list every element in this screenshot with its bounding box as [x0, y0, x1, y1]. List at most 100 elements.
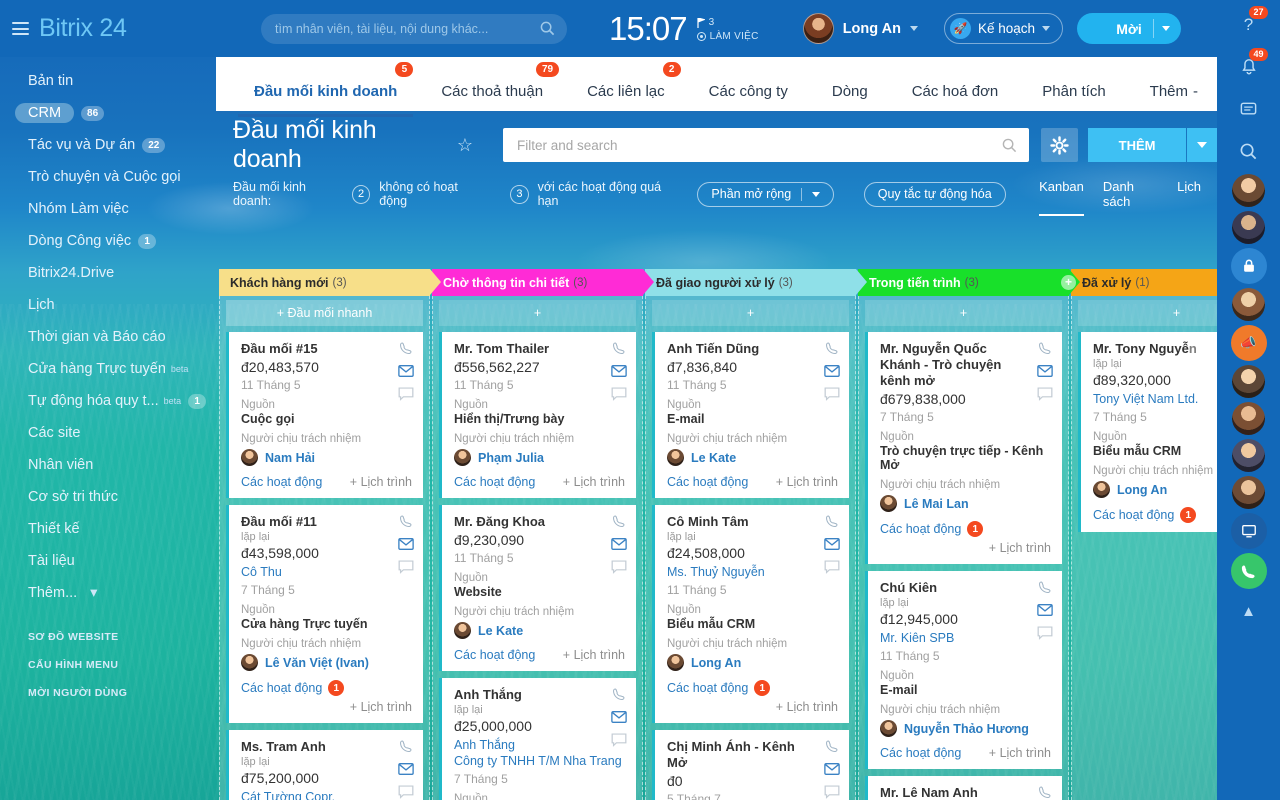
card-owner[interactable]: Nguyễn Thảo Hương	[880, 720, 1051, 737]
email-icon[interactable]	[611, 710, 627, 724]
chevron-down-icon[interactable]	[1161, 26, 1170, 31]
phone-icon[interactable]	[824, 341, 840, 355]
tab-4[interactable]: Dòng	[810, 83, 890, 114]
kanban-card[interactable]: Mr. Nguyễn Quốc Khánh - Trò chuyện kênh …	[865, 332, 1062, 564]
sidebar-item-16[interactable]: Thêm... ▾	[0, 577, 216, 609]
sidebar-item-4[interactable]: Nhóm Làm việc	[0, 193, 216, 225]
count-no-activity[interactable]: 2	[351, 184, 371, 204]
card-activities-link[interactable]: Các hoạt động 1	[241, 680, 412, 696]
logo-area[interactable]: Bitrix 24	[0, 14, 216, 43]
settings-gear-button[interactable]	[1041, 128, 1078, 162]
chevron-down-icon[interactable]	[909, 26, 918, 31]
sidebar-item-15[interactable]: Tài liệu	[0, 545, 216, 577]
email-icon[interactable]	[611, 537, 627, 551]
kanban-column-header-0[interactable]: Khách hàng mới (3)	[219, 269, 441, 296]
kanban-column-header-1[interactable]: Chờ thông tin chi tiết (3)	[432, 269, 654, 296]
comment-icon[interactable]	[398, 560, 414, 574]
card-owner[interactable]: Le Kate	[454, 622, 625, 639]
avatar[interactable]	[1232, 211, 1265, 244]
email-icon[interactable]	[824, 364, 840, 378]
card-company-link[interactable]: Công ty TNHH T/M Nha Trang	[454, 753, 625, 769]
chat-icon[interactable]	[1230, 90, 1268, 128]
card-activities-link[interactable]: Các hoạt động	[667, 475, 748, 489]
global-search-box[interactable]	[261, 13, 567, 44]
sidebar-item-0[interactable]: Bản tin	[0, 65, 216, 97]
email-icon[interactable]	[398, 364, 414, 378]
email-icon[interactable]	[398, 537, 414, 551]
card-activities-link[interactable]: Các hoạt động 1	[667, 680, 838, 696]
comment-icon[interactable]	[611, 560, 627, 574]
tab-5[interactable]: Các hoá đơn	[890, 83, 1021, 114]
view-link-1[interactable]: Danh sách	[1103, 179, 1158, 209]
kanban-card[interactable]: Ms. Tram Anh lặp lại đ75,200,000 Cát Tường …	[226, 730, 423, 800]
tab-6[interactable]: Phân tích	[1020, 83, 1127, 114]
comment-icon[interactable]	[611, 733, 627, 747]
label-overdue[interactable]: với các hoạt động quá hạn	[538, 180, 680, 208]
email-icon[interactable]	[398, 762, 414, 776]
kanban-add-card-1[interactable]: +	[439, 300, 636, 326]
phone-icon[interactable]	[824, 739, 840, 753]
card-contact-link[interactable]: Anh Thắng	[454, 737, 625, 753]
sidebar-item-14[interactable]: Thiết kế	[0, 513, 216, 545]
phone-icon[interactable]	[611, 514, 627, 528]
monitor-icon[interactable]	[1230, 513, 1267, 549]
lock-icon[interactable]	[1230, 248, 1267, 284]
card-owner[interactable]: Le Kate	[667, 449, 838, 466]
comment-icon[interactable]	[611, 387, 627, 401]
avatar[interactable]	[802, 13, 834, 44]
card-owner[interactable]: Nam Hải	[241, 449, 412, 466]
avatar[interactable]	[1232, 476, 1265, 509]
sidebar-item-5[interactable]: Dòng Công việc 1	[0, 225, 216, 257]
kanban-card[interactable]: Mr. Tom Thailer đ556,562,227 11 Tháng 5 Ngu…	[439, 332, 636, 498]
sidebar-item-3[interactable]: Trò chuyện và Cuộc gọi	[0, 161, 216, 193]
card-schedule-link[interactable]: + Lịch trình	[880, 541, 1051, 555]
favorite-star-icon[interactable]: ☆	[457, 135, 473, 156]
filter-search-box[interactable]	[502, 128, 1030, 162]
phone-icon[interactable]	[1037, 785, 1053, 799]
card-owner[interactable]: Long An	[667, 654, 838, 671]
tab-1[interactable]: Các thoả thuận 79	[419, 62, 565, 114]
count-overdue[interactable]: 3	[510, 184, 529, 204]
kanban-add-card-2[interactable]: +	[652, 300, 849, 326]
search-icon[interactable]	[1230, 132, 1268, 170]
tab-3[interactable]: Các công ty	[687, 83, 810, 114]
card-activities-link[interactable]: Các hoạt động 1	[880, 521, 1051, 537]
filter-search-input[interactable]	[516, 137, 1016, 153]
sidebar-item-9[interactable]: Cửa hàng Trực tuyến beta	[0, 353, 216, 385]
card-activities-link[interactable]: Các hoạt động	[454, 648, 535, 662]
kanban-card[interactable]: Chị Minh Ánh - Kênh Mởđ05 Tháng 7Nguồn	[652, 730, 849, 800]
comment-icon[interactable]	[1037, 626, 1053, 640]
card-schedule-link[interactable]: + Lịch trình	[563, 648, 625, 662]
tab-7[interactable]: Thêm -	[1128, 83, 1220, 114]
card-owner[interactable]: Phạm Julia	[454, 449, 625, 466]
chevron-down-icon[interactable]: ▾	[90, 585, 97, 601]
comment-icon[interactable]	[1037, 387, 1053, 401]
phone-icon[interactable]	[611, 341, 627, 355]
phone-icon[interactable]	[398, 341, 414, 355]
menu-burger-icon[interactable]	[12, 22, 29, 35]
kanban-card[interactable]: Cô Minh Tâm lặp lại đ24,508,000 Ms. Thuỷ Ng…	[652, 505, 849, 723]
email-icon[interactable]	[824, 537, 840, 551]
kanban-card[interactable]: Đầu mối #11 lặp lại đ43,598,000 Cô Thu 7 Thá…	[226, 505, 423, 723]
invite-button[interactable]: Mời	[1076, 13, 1181, 44]
tab-0[interactable]: Đầu mối kinh doanh 5	[232, 62, 419, 117]
automation-rules-button[interactable]: Quy tắc tự động hóa	[863, 181, 1006, 207]
kanban-card[interactable]: Mr. Đăng Khoa đ9,230,090 11 Tháng 5 Nguồn We…	[439, 505, 636, 671]
card-owner[interactable]: Lê Văn Việt (Ivan)	[241, 654, 412, 671]
comment-icon[interactable]	[398, 785, 414, 799]
sidebar-item-1[interactable]: CRM 86	[0, 97, 216, 129]
kanban-add-card-0[interactable]: + Đầu mối nhanh	[226, 300, 423, 326]
plan-button[interactable]: 🚀 Kế hoạch	[943, 13, 1063, 44]
chevron-down-icon[interactable]	[1041, 26, 1050, 31]
add-button-dropdown[interactable]	[1187, 128, 1217, 162]
card-activities-link[interactable]: Các hoạt động 1	[1093, 507, 1197, 523]
kanban-card[interactable]: Chú Kiên lặp lại đ12,945,000 Mr. Kiên SPB 11…	[865, 571, 1062, 769]
sidebar-item-12[interactable]: Nhân viên	[0, 449, 216, 481]
comment-icon[interactable]	[824, 387, 840, 401]
email-icon[interactable]	[1037, 364, 1053, 378]
avatar[interactable]	[1232, 365, 1265, 398]
card-schedule-link[interactable]: + Lịch trình	[989, 746, 1051, 760]
comment-icon[interactable]	[824, 785, 840, 799]
phone-icon[interactable]	[611, 687, 627, 701]
card-owner[interactable]: Lê Mai Lan	[880, 495, 1051, 512]
